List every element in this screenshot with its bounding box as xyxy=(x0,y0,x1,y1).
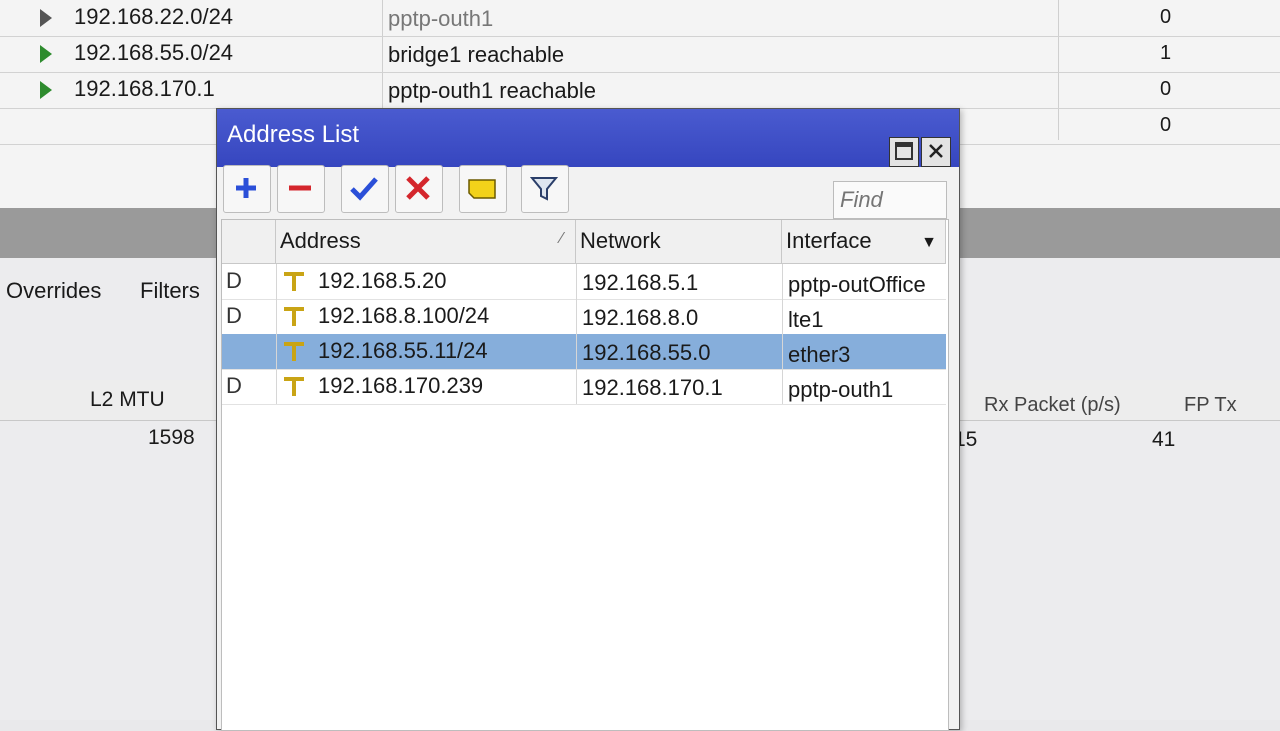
tab-overrides[interactable]: Overrides xyxy=(6,278,101,304)
remove-button[interactable] xyxy=(277,165,325,213)
row-interface: lte1 xyxy=(788,307,824,332)
filter-button[interactable] xyxy=(521,165,569,213)
interface-header-left: L2 MTU xyxy=(0,380,216,421)
tab-filters[interactable]: Filters xyxy=(140,278,200,304)
cell-divider xyxy=(782,264,783,299)
route-row[interactable]: 192.168.55.0/24 bridge1 reachable 1 xyxy=(0,36,1280,73)
l2mtu-header[interactable]: L2 MTU xyxy=(90,388,165,412)
disable-button[interactable] xyxy=(395,165,443,213)
address-icon xyxy=(284,342,304,361)
route-distance: 1 xyxy=(1160,42,1172,64)
close-icon xyxy=(929,144,943,158)
cell-divider xyxy=(576,299,577,334)
cell-divider xyxy=(576,369,577,404)
route-dst: 192.168.170.1 xyxy=(74,76,215,101)
table-row-selected[interactable]: 192.168.55.11/24 192.168.55.0 ether3 xyxy=(222,334,946,370)
row-interface: pptp-outOffice xyxy=(788,272,926,297)
route-gateway: pptp-outh1 xyxy=(388,6,494,31)
cell-divider xyxy=(782,334,783,369)
interface-header-right: Rx Packet (p/s) FP Tx xyxy=(958,380,1280,421)
close-button[interactable] xyxy=(921,137,951,167)
row-network: 192.168.55.0 xyxy=(582,340,711,365)
route-gateway: bridge1 reachable xyxy=(388,42,565,67)
address-header-label: Address xyxy=(280,228,361,253)
check-icon xyxy=(350,177,378,201)
address-icon xyxy=(284,307,304,326)
x-icon xyxy=(406,176,430,200)
row-interface: pptp-outh1 xyxy=(788,377,894,402)
cell-divider xyxy=(276,264,277,299)
l2mtu-value: 1598 xyxy=(148,426,195,449)
row-address: 192.168.170.239 xyxy=(318,373,484,398)
table-row[interactable]: D 192.168.170.239 192.168.170.1 pptp-out… xyxy=(222,369,946,405)
route-distance: 0 xyxy=(1160,78,1172,100)
route-distance: 0 xyxy=(1160,114,1172,136)
row-network: 192.168.5.1 xyxy=(582,270,699,295)
row-flag: D xyxy=(226,373,242,398)
address-column-header[interactable]: Address ⁄ xyxy=(276,220,576,264)
interface-column-header[interactable]: Interface ▼ xyxy=(782,220,946,264)
rx-packet-value: 41 xyxy=(1152,428,1176,451)
funnel-icon xyxy=(529,177,559,201)
route-dst: 192.168.55.0/24 xyxy=(74,40,234,65)
note-icon xyxy=(468,179,496,199)
row-interface: ether3 xyxy=(788,342,851,367)
address-grid: Address ⁄ Network Interface ▼ D 192.168.… xyxy=(221,219,949,731)
table-row[interactable]: D 192.168.8.100/24 192.168.8.0 lte1 xyxy=(222,299,946,335)
comment-button[interactable] xyxy=(459,165,507,213)
route-arrow-icon xyxy=(40,81,52,99)
cell-divider xyxy=(782,369,783,404)
address-list-window: Address List Address ⁄ Network xyxy=(216,108,960,731)
route-distance: 0 xyxy=(1160,6,1172,28)
interface-header-label: Interface xyxy=(786,228,872,253)
row-flag: D xyxy=(226,303,242,328)
maximize-button[interactable] xyxy=(889,137,919,167)
find-input[interactable] xyxy=(833,181,947,219)
cell-divider xyxy=(276,334,277,369)
row-network: 192.168.170.1 xyxy=(582,375,723,400)
row-address: 192.168.5.20 xyxy=(318,268,447,293)
table-row[interactable]: D 192.168.5.20 192.168.5.1 pptp-outOffic… xyxy=(222,264,946,300)
address-icon xyxy=(284,377,304,396)
rx-packet-header[interactable]: Rx Packet (p/s) xyxy=(984,394,1121,417)
address-icon xyxy=(284,272,304,291)
window-title: Address List xyxy=(227,121,360,148)
maximize-icon xyxy=(895,142,913,160)
cell-divider xyxy=(276,369,277,404)
flag-column-header[interactable] xyxy=(222,220,276,264)
route-row[interactable]: 192.168.22.0/24 pptp-outh1 0 xyxy=(0,0,1280,37)
window-titlebar[interactable]: Address List xyxy=(217,109,959,167)
enable-button[interactable] xyxy=(341,165,389,213)
minus-icon xyxy=(289,185,311,191)
cell-divider xyxy=(576,264,577,299)
row-network: 192.168.8.0 xyxy=(582,305,699,330)
cell-divider xyxy=(276,299,277,334)
cell-divider xyxy=(782,299,783,334)
route-row[interactable]: 192.168.170.1 pptp-outh1 reachable 0 xyxy=(0,72,1280,109)
add-button[interactable] xyxy=(223,165,271,213)
network-header-label: Network xyxy=(580,228,661,253)
chevron-down-icon[interactable]: ▼ xyxy=(921,234,937,252)
row-address: 192.168.55.11/24 xyxy=(318,338,488,363)
fp-tx-header[interactable]: FP Tx xyxy=(1184,394,1237,417)
route-arrow-icon xyxy=(40,9,52,27)
plus-icon xyxy=(236,178,256,198)
row-flag: D xyxy=(226,268,242,293)
route-gateway: pptp-outh1 reachable xyxy=(388,78,596,103)
route-dst: 192.168.22.0/24 xyxy=(74,4,234,29)
sort-icon: ⁄ xyxy=(560,230,563,247)
cell-divider xyxy=(576,334,577,369)
network-column-header[interactable]: Network xyxy=(576,220,782,264)
route-arrow-icon xyxy=(40,45,52,63)
row-address: 192.168.8.100/24 xyxy=(318,303,490,328)
